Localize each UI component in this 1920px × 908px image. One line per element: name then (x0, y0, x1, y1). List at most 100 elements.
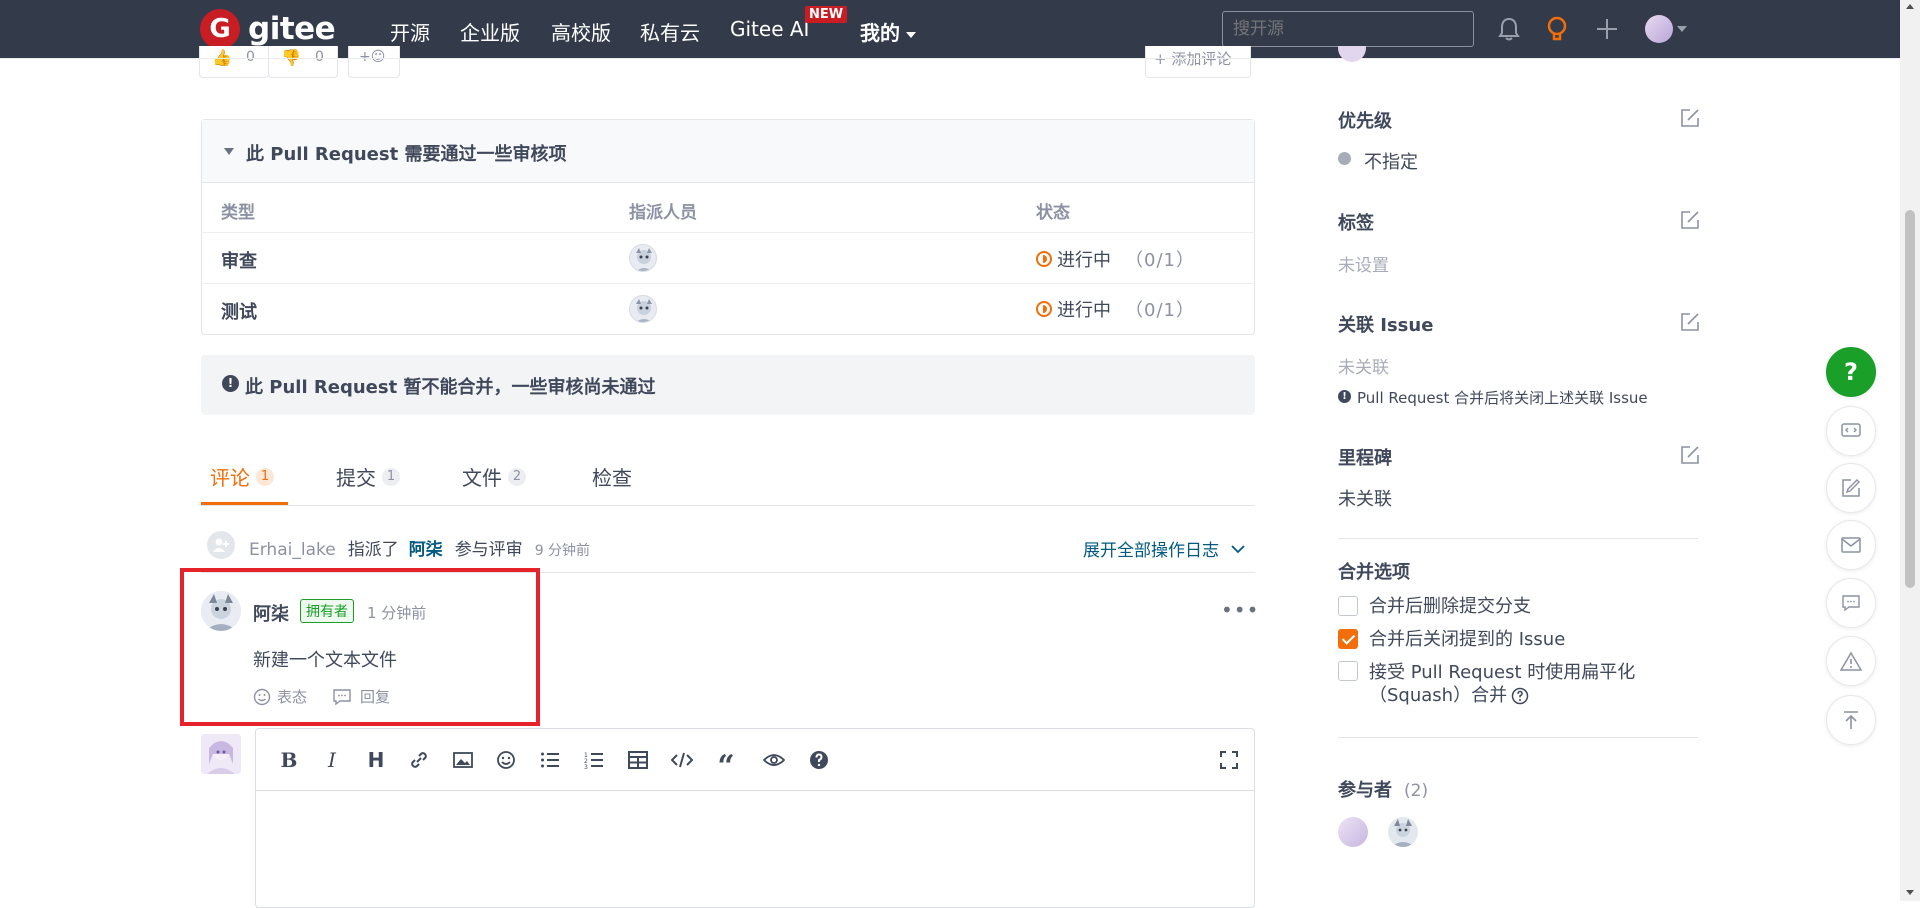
column-header-status: 状态 (1036, 203, 1070, 223)
avatar[interactable] (629, 244, 657, 272)
merge-blocked-notice: ! 此 Pull Request 暂不能合并，一些审核尚未通过 (201, 355, 1255, 415)
smile-icon: +☺ (359, 49, 386, 65)
fullscreen-icon[interactable] (1216, 748, 1242, 772)
lightbulb-icon[interactable] (1542, 14, 1572, 44)
bell-icon[interactable] (1494, 14, 1524, 44)
avatar[interactable] (1338, 817, 1368, 847)
add-reaction-button[interactable]: +☺ (348, 46, 400, 78)
activity-target-link[interactable]: 阿柒 (409, 535, 443, 560)
bold-button[interactable]: B (276, 748, 302, 772)
close-issue-checkbox[interactable] (1338, 629, 1358, 649)
preview-eye-icon[interactable] (761, 748, 787, 772)
tab-commits[interactable]: 提交 1 (336, 462, 400, 491)
milestone-value: 未关联 (1338, 489, 1392, 510)
tab-count-badge: 1 (382, 467, 400, 486)
table-icon[interactable] (625, 748, 651, 772)
thumbs-up-button[interactable]: 👍 0 (199, 46, 269, 78)
italic-button[interactable]: I (319, 748, 345, 772)
question-circle-icon[interactable] (1511, 687, 1529, 705)
nav-open-source[interactable]: 开源 (390, 17, 430, 46)
scrollbar-thumb[interactable] (1905, 210, 1915, 588)
editor-toolbar: B I H 123 “ (256, 729, 1254, 791)
user-menu[interactable] (1644, 14, 1688, 44)
priority-dot-icon (1338, 152, 1351, 165)
nav-mine-dropdown[interactable]: 我的 (860, 17, 916, 46)
squash-merge-checkbox[interactable] (1338, 661, 1358, 681)
avatar[interactable] (1388, 817, 1418, 847)
close-issue-label: 合并后关闭提到的 Issue (1369, 629, 1566, 650)
tab-files[interactable]: 文件 2 (462, 462, 526, 491)
scroll-down-arrow-icon[interactable] (1906, 890, 1914, 895)
column-header-assignee: 指派人员 (629, 203, 697, 223)
edit-icon[interactable] (1680, 210, 1700, 230)
activity-action-suffix: 参与评审 (454, 540, 523, 560)
chevron-down-icon (1677, 26, 1687, 32)
milestone-title: 里程碑 (1338, 448, 1392, 469)
nav-mine-label: 我的 (860, 21, 900, 45)
code-review-icon[interactable] (1826, 406, 1876, 456)
svg-text:3: 3 (584, 764, 588, 769)
sidebar-divider (1338, 538, 1698, 539)
edit-icon[interactable] (1680, 312, 1700, 332)
nav-gitee-ai[interactable]: Gitee AI (730, 17, 809, 41)
nav-enterprise[interactable]: 企业版 (460, 17, 520, 46)
help-icon[interactable] (806, 748, 832, 772)
progress-icon (1036, 301, 1052, 317)
caret-down-icon (224, 148, 234, 155)
activity-user-link[interactable]: Erhai_lake (249, 540, 336, 560)
column-header-type: 类型 (221, 203, 255, 223)
active-tab-indicator (201, 502, 288, 505)
search-input[interactable] (1222, 11, 1474, 47)
delete-branch-checkbox[interactable] (1338, 596, 1358, 616)
help-button[interactable]: ? (1826, 347, 1876, 397)
review-row-type: 测试 (221, 302, 257, 323)
emoji-icon[interactable] (493, 748, 519, 772)
plus-icon[interactable] (1592, 14, 1622, 44)
nav-private-cloud[interactable]: 私有云 (640, 17, 700, 46)
alert-circle-icon: ! (222, 375, 239, 392)
back-to-top-icon[interactable] (1826, 695, 1876, 745)
new-badge: NEW (805, 6, 848, 23)
mail-icon[interactable] (1826, 520, 1876, 570)
scroll-up-arrow-icon[interactable] (1906, 4, 1914, 9)
code-icon[interactable] (669, 748, 695, 772)
quote-icon[interactable]: “ (713, 748, 739, 784)
alert-circle-icon: ! (1338, 390, 1351, 403)
status-count: （0/1） (1125, 250, 1195, 271)
tab-checks[interactable]: 检查 (592, 462, 632, 491)
link-icon[interactable] (406, 748, 432, 772)
row-divider (202, 283, 1254, 284)
merge-blocked-text: 此 Pull Request 暂不能合并，一些审核尚未通过 (245, 377, 656, 398)
image-icon[interactable] (450, 748, 476, 772)
status-in-progress: 进行中 （0/1） (1036, 246, 1195, 272)
linked-issue-value: 未关联 (1338, 358, 1389, 378)
participants-count: (2) (1404, 781, 1429, 801)
warning-icon[interactable] (1826, 636, 1876, 686)
ordered-list-icon[interactable]: 123 (581, 748, 607, 772)
edit-note-icon[interactable] (1826, 463, 1876, 513)
participants-title: 参与者 (1338, 780, 1392, 801)
gitee-logo[interactable]: G gitee (200, 9, 336, 49)
chevron-down-icon (906, 31, 916, 38)
avatar[interactable] (629, 295, 657, 323)
tab-count-badge: 1 (256, 467, 274, 486)
highlight-box (180, 568, 540, 726)
thumbs-down-button[interactable]: 👎 0 (268, 46, 338, 78)
review-panel-header[interactable]: 此 Pull Request 需要通过一些审核项 (202, 120, 1254, 183)
status-label: 进行中 (1057, 300, 1111, 321)
more-options-icon[interactable]: ••• (1221, 598, 1259, 622)
chat-icon[interactable] (1826, 578, 1876, 628)
review-row-type: 审查 (221, 251, 257, 272)
add-comment-button[interactable]: + 添加评论 (1145, 46, 1251, 78)
comment-editor[interactable]: B I H 123 “ (255, 728, 1255, 908)
nav-university[interactable]: 高校版 (551, 17, 611, 46)
edit-icon[interactable] (1680, 108, 1700, 128)
edit-icon[interactable] (1680, 445, 1700, 465)
bullet-list-icon[interactable] (537, 748, 563, 772)
gitee-logo-icon: G (200, 9, 240, 49)
priority-title: 优先级 (1338, 111, 1392, 132)
heading-button[interactable]: H (363, 748, 389, 772)
participants-header: 参与者 (2) (1338, 776, 1428, 802)
tab-comments[interactable]: 评论 1 (210, 462, 274, 491)
expand-log-button[interactable]: 展开全部操作日志 (1083, 536, 1245, 561)
